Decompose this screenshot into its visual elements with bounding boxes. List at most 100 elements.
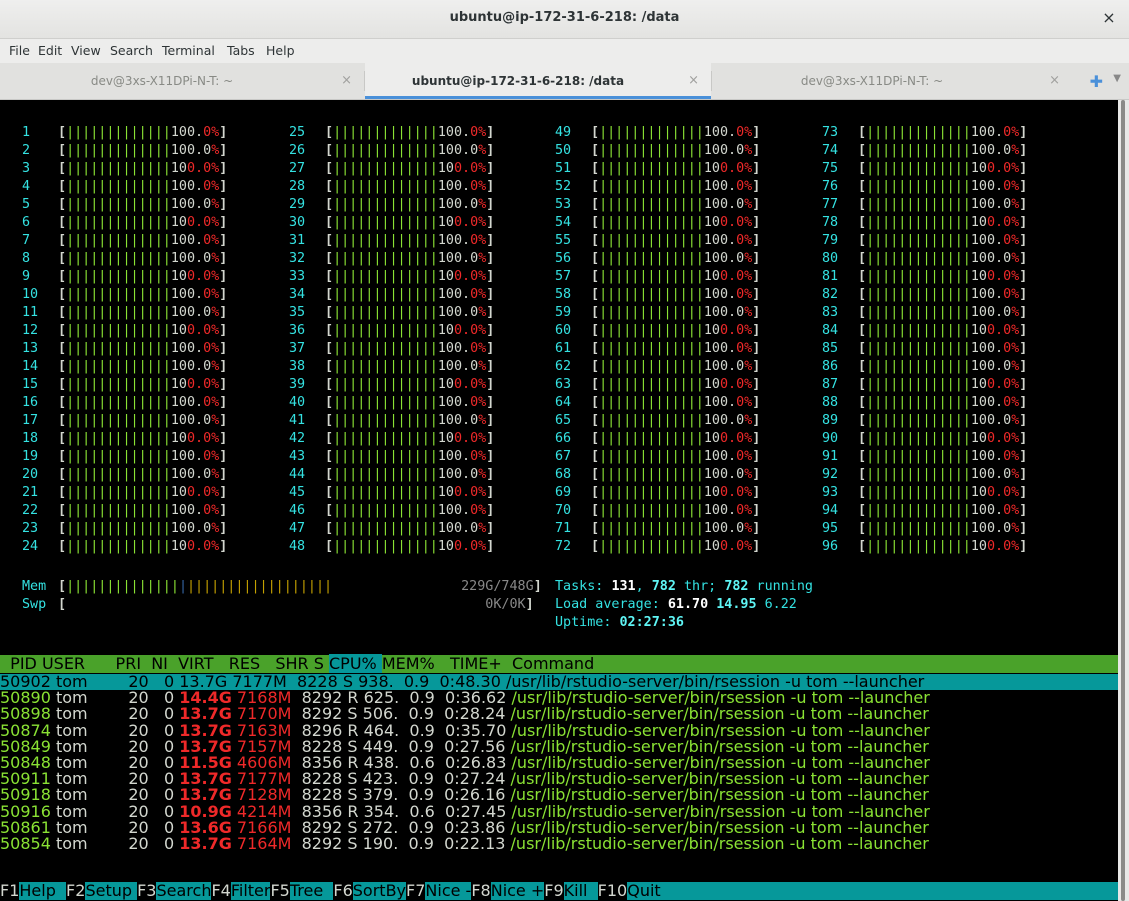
cpu-number: 27 bbox=[289, 161, 306, 176]
cpu-percent: 100.0 bbox=[437, 467, 479, 482]
cpu-meter: 40 [|||||||||||||100.0%] bbox=[289, 395, 495, 410]
tab-ubuntu[interactable]: ubuntu@ip-172-31-6-218: /data × bbox=[365, 63, 711, 99]
cpu-meter: 33 [|||||||||||||100.0%] bbox=[289, 269, 495, 284]
function-key-label[interactable]: Search bbox=[156, 881, 211, 900]
cpu-number: 50 bbox=[555, 143, 572, 158]
process-row[interactable]: 50854 tom 20 0 13.7G 7164M 8292 S 190. 0… bbox=[0, 836, 1118, 852]
cpu-percent: 10 bbox=[703, 539, 720, 554]
cpu-number: 56 bbox=[555, 251, 572, 266]
new-tab-icon[interactable]: ✚ bbox=[1090, 72, 1103, 91]
mem-value: 229G/748G bbox=[461, 579, 534, 594]
scrollbar[interactable] bbox=[1118, 100, 1129, 901]
cpu-percent: 100. bbox=[170, 341, 204, 356]
process-user-pri: tom 20 0 bbox=[50, 834, 180, 853]
function-key-f8[interactable]: F8 bbox=[471, 881, 491, 900]
cpu-percent: 100. bbox=[170, 503, 204, 518]
tab-close-icon[interactable]: × bbox=[688, 73, 699, 88]
tab-close-icon[interactable]: × bbox=[341, 73, 352, 88]
cpu-meter: 41 [|||||||||||||100.0%] bbox=[289, 413, 495, 428]
cpu-number: 92 bbox=[822, 467, 839, 482]
function-key-label[interactable]: Help bbox=[19, 881, 66, 900]
process-table-header[interactable]: PID USER PRI NI VIRT RES SHR S CPU% MEM%… bbox=[0, 654, 1118, 673]
process-virt: 13.7G bbox=[179, 834, 232, 853]
function-key-f10[interactable]: F10 bbox=[597, 881, 628, 900]
cpu-meter: 13 [|||||||||||||100.0%] bbox=[22, 341, 228, 356]
cpu-meter: 29 [|||||||||||||100.0%] bbox=[289, 197, 495, 212]
function-key-label[interactable]: Kill bbox=[564, 881, 598, 900]
function-key-label[interactable]: Nice - bbox=[425, 881, 471, 900]
close-icon[interactable]: × bbox=[1099, 8, 1119, 28]
cpu-percent: 100.0 bbox=[170, 251, 212, 266]
function-key-f1[interactable]: F1 bbox=[0, 881, 20, 900]
cpu-meter: 79 [|||||||||||||100.0%] bbox=[822, 233, 1028, 248]
function-key-f4[interactable]: F4 bbox=[211, 881, 231, 900]
cpu-number: 91 bbox=[822, 449, 839, 464]
menu-view[interactable]: View bbox=[71, 43, 101, 58]
function-key-f3[interactable]: F3 bbox=[137, 881, 157, 900]
cpu-number: 13 bbox=[22, 341, 39, 356]
menu-search[interactable]: Search bbox=[110, 43, 153, 58]
header-cols-rest[interactable]: MEM% TIME+ Command bbox=[382, 654, 594, 673]
cpu-number: 96 bbox=[822, 539, 839, 554]
cpu-meter: 18 [|||||||||||||100.0%] bbox=[22, 431, 228, 446]
menu-terminal[interactable]: Terminal bbox=[162, 43, 215, 58]
cpu-number: 88 bbox=[822, 395, 839, 410]
function-key-label[interactable]: Quit bbox=[627, 881, 660, 900]
cpu-meter: 44 [|||||||||||||100.0%] bbox=[289, 467, 495, 482]
cpu-number: 81 bbox=[822, 269, 839, 284]
function-key-f7[interactable]: F7 bbox=[406, 881, 426, 900]
cpu-meter: 76 [|||||||||||||100.0%] bbox=[822, 179, 1028, 194]
tab-menu-chevron-icon[interactable]: ▼ bbox=[1113, 73, 1121, 84]
cpu-meter: 81 [|||||||||||||100.0%] bbox=[822, 269, 1028, 284]
cpu-meter: 35 [|||||||||||||100.0%] bbox=[289, 305, 495, 320]
cpu-percent: 100. bbox=[170, 125, 204, 140]
cpu-meter: 14 [|||||||||||||100.0%] bbox=[22, 359, 228, 374]
process-res: 7164M bbox=[231, 834, 292, 853]
tab-label: ubuntu@ip-172-31-6-218: /data bbox=[411, 74, 625, 88]
cpu-meter: 38 [|||||||||||||100.0%] bbox=[289, 359, 495, 374]
cpu-number: 57 bbox=[555, 269, 572, 284]
menu-tabs[interactable]: Tabs bbox=[227, 43, 255, 58]
function-key-label[interactable]: Tree bbox=[290, 881, 334, 900]
function-key-f2[interactable]: F2 bbox=[66, 881, 86, 900]
cpu-meter: 68 [|||||||||||||100.0%] bbox=[555, 467, 761, 482]
cpu-number: 58 bbox=[555, 287, 572, 302]
cpu-percent: 100. bbox=[703, 449, 737, 464]
cpu-number: 67 bbox=[555, 449, 572, 464]
threads-count: 782 bbox=[651, 579, 676, 594]
header-cpu-sort[interactable]: CPU% bbox=[329, 654, 382, 673]
cpu-number: 4 bbox=[22, 179, 31, 194]
cpu-percent: 100.0 bbox=[970, 521, 1012, 536]
cpu-meter: 87 [|||||||||||||100.0%] bbox=[822, 377, 1028, 392]
cpu-number: 26 bbox=[289, 143, 306, 158]
tab-close-icon[interactable]: × bbox=[1049, 73, 1060, 88]
cpu-number: 17 bbox=[22, 413, 39, 428]
cpu-percent: 100. bbox=[703, 395, 737, 410]
function-key-label[interactable]: Nice + bbox=[491, 881, 545, 900]
cpu-number: 94 bbox=[822, 503, 839, 518]
cpu-meter: 1 [|||||||||||||100.0%] bbox=[22, 125, 228, 140]
menu-edit[interactable]: Edit bbox=[38, 43, 62, 58]
cpu-meter: 27 [|||||||||||||100.0%] bbox=[289, 161, 495, 176]
function-key-f9[interactable]: F9 bbox=[544, 881, 564, 900]
cpu-meter: 24 [|||||||||||||100.0%] bbox=[22, 539, 228, 554]
header-cols[interactable]: PID USER PRI NI VIRT RES SHR S bbox=[0, 654, 329, 673]
tab-dev-1[interactable]: dev@3xs-X11DPi-N-T: ~ × bbox=[0, 63, 364, 99]
cpu-percent: 10 bbox=[437, 215, 454, 230]
cpu-meter: 45 [|||||||||||||100.0%] bbox=[289, 485, 495, 500]
function-key-label[interactable]: Filter bbox=[231, 881, 271, 900]
cpu-percent: 100.0 bbox=[970, 305, 1012, 320]
menu-help[interactable]: Help bbox=[266, 43, 295, 58]
cpu-number: 9 bbox=[22, 269, 31, 284]
cpu-percent: 100.0 bbox=[970, 143, 1012, 158]
cpu-meter: 31 [|||||||||||||100.0%] bbox=[289, 233, 495, 248]
scrollbar-thumb[interactable] bbox=[1121, 100, 1125, 901]
tab-dev-2[interactable]: dev@3xs-X11DPi-N-T: ~ × bbox=[712, 63, 1072, 99]
cpu-meter: 10 [|||||||||||||100.0%] bbox=[22, 287, 228, 302]
function-key-label[interactable]: Setup bbox=[85, 881, 137, 900]
menu-file[interactable]: File bbox=[9, 43, 30, 58]
function-key-f5[interactable]: F5 bbox=[270, 881, 290, 900]
cpu-number: 44 bbox=[289, 467, 306, 482]
function-key-label[interactable]: SortBy bbox=[353, 881, 406, 900]
function-key-f6[interactable]: F6 bbox=[333, 881, 353, 900]
